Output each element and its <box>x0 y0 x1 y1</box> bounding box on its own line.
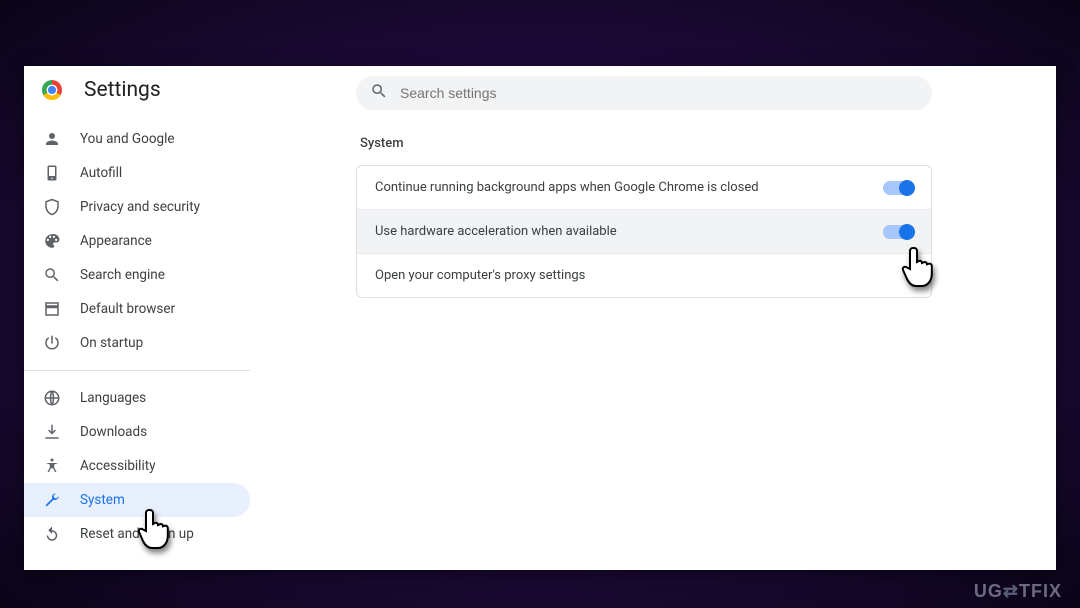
sidebar-item-label: System <box>80 492 125 508</box>
sidebar-item-label: Appearance <box>80 233 152 249</box>
power-icon <box>42 333 62 353</box>
wrench-icon <box>42 490 62 510</box>
search-input[interactable] <box>400 85 918 101</box>
row-label: Use hardware acceleration when available <box>375 224 617 239</box>
sidebar-item-label: Downloads <box>80 424 147 440</box>
window-icon <box>42 299 62 319</box>
accessibility-icon <box>42 456 62 476</box>
sidebar: You and Google Autofill Privacy and secu… <box>24 120 264 551</box>
sidebar-item-label: On startup <box>80 335 143 351</box>
row-background-apps[interactable]: Continue running background apps when Go… <box>357 166 931 209</box>
toggle-hardware-acceleration[interactable] <box>883 225 913 239</box>
restore-icon <box>42 524 62 544</box>
main-content: System Continue running background apps … <box>356 128 932 298</box>
sidebar-item-label: Search engine <box>80 267 165 283</box>
magnify-icon <box>42 265 62 285</box>
page-title: Settings <box>84 78 161 102</box>
globe-icon <box>42 388 62 408</box>
sidebar-item-you-and-google[interactable]: You and Google <box>24 122 250 156</box>
download-icon <box>42 422 62 442</box>
sidebar-item-appearance[interactable]: Appearance <box>24 224 250 258</box>
watermark: UG⇄TFIX <box>974 581 1062 602</box>
sidebar-item-downloads[interactable]: Downloads <box>24 415 250 449</box>
settings-window: Settings You and Google Autofill Privacy… <box>24 66 1056 570</box>
search-icon <box>370 82 388 104</box>
sidebar-item-privacy[interactable]: Privacy and security <box>24 190 250 224</box>
sidebar-item-label: Default browser <box>80 301 175 317</box>
row-label: Open your computer's proxy settings <box>375 268 585 283</box>
sidebar-item-accessibility[interactable]: Accessibility <box>24 449 250 483</box>
system-card: Continue running background apps when Go… <box>356 165 932 298</box>
sidebar-item-label: You and Google <box>80 131 175 147</box>
palette-icon <box>42 231 62 251</box>
person-icon <box>42 129 62 149</box>
sidebar-item-languages[interactable]: Languages <box>24 381 250 415</box>
sidebar-item-search-engine[interactable]: Search engine <box>24 258 250 292</box>
sidebar-item-autofill[interactable]: Autofill <box>24 156 250 190</box>
sidebar-divider <box>24 370 250 371</box>
section-title: System <box>356 128 932 165</box>
row-label: Continue running background apps when Go… <box>375 180 759 195</box>
search-bar[interactable] <box>356 76 932 110</box>
sidebar-item-label: Languages <box>80 390 146 406</box>
sidebar-item-label: Autofill <box>80 165 122 181</box>
shield-icon <box>42 197 62 217</box>
sidebar-item-label: Reset and clean up <box>80 526 194 542</box>
sidebar-item-reset[interactable]: Reset and clean up <box>24 517 250 551</box>
sidebar-item-label: Accessibility <box>80 458 156 474</box>
sidebar-item-system[interactable]: System <box>24 483 250 517</box>
sidebar-item-label: Privacy and security <box>80 199 200 215</box>
row-proxy-settings[interactable]: Open your computer's proxy settings <box>357 253 931 297</box>
sidebar-item-default-browser[interactable]: Default browser <box>24 292 250 326</box>
chrome-logo-icon <box>42 80 62 100</box>
toggle-background-apps[interactable] <box>883 181 913 195</box>
sidebar-item-on-startup[interactable]: On startup <box>24 326 250 360</box>
row-hardware-acceleration[interactable]: Use hardware acceleration when available <box>357 209 931 253</box>
clipboard-icon <box>42 163 62 183</box>
